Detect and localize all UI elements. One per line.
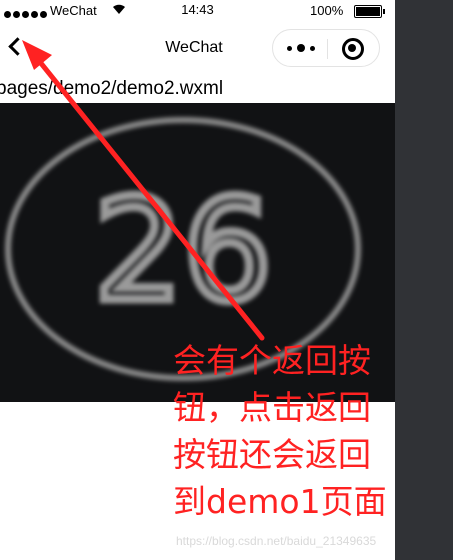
page-path-text: pages/demo2/demo2.wxml bbox=[0, 78, 224, 99]
navigation-bar: WeChat bbox=[0, 22, 395, 74]
capsule-divider bbox=[327, 39, 328, 59]
annotation-text: 会有个返回按 钮，点击返回 按钮还会返回 到demo1页面 bbox=[173, 337, 453, 525]
watermark-text: https://blog.csdn.net/baidu_21349635 bbox=[176, 534, 377, 548]
battery-percent: 100% bbox=[310, 3, 344, 18]
annotation-line: 钮，点击返回 bbox=[173, 388, 371, 427]
annotation-line: 会有个返回按 bbox=[173, 341, 371, 380]
annotation-line: 按钮还会返回 bbox=[173, 435, 371, 474]
battery-icon bbox=[354, 5, 385, 18]
menu-capsule bbox=[272, 29, 380, 67]
battery-fill bbox=[356, 7, 380, 16]
more-dots-icon[interactable] bbox=[283, 38, 319, 58]
annotation-line: 到demo1页面 bbox=[173, 482, 387, 521]
target-close-icon[interactable] bbox=[335, 38, 371, 60]
status-bar: WeChat 14:43 100% bbox=[0, 0, 395, 22]
image-number: 26 bbox=[94, 170, 272, 333]
